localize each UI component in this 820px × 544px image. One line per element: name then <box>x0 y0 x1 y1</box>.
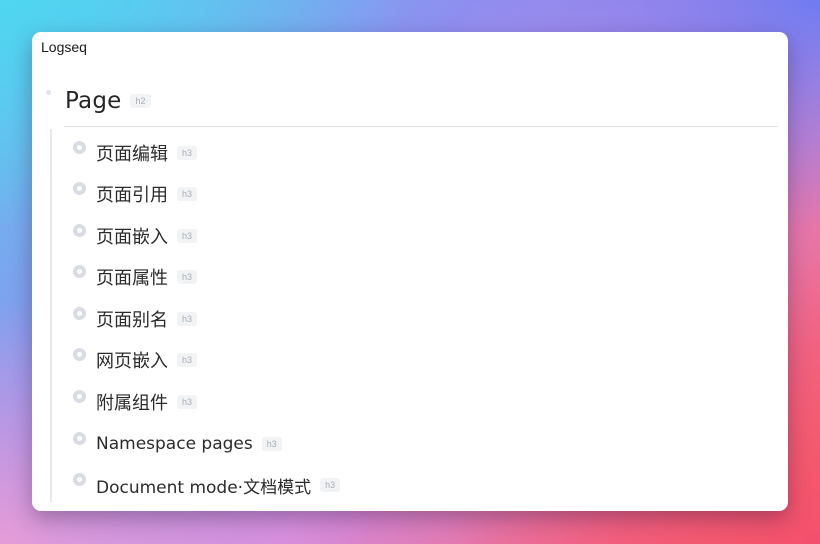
child-block-text[interactable]: Document mode·文档模式 <box>96 473 311 498</box>
heading-level-tag: h3 <box>177 187 198 201</box>
heading-level-tag: h3 <box>261 437 282 451</box>
heading-level-tag: h3 <box>177 270 198 284</box>
ring-bullet-icon[interactable] <box>73 390 86 403</box>
ring-bullet-icon[interactable] <box>73 141 86 154</box>
child-block-label[interactable]: 页面编辑 h3 <box>96 140 198 166</box>
child-block-label[interactable]: 网页嵌入 h3 <box>96 347 198 373</box>
child-block-list: 页面编辑 h3 页面引用 h3 页面嵌入 h3 页面属性 h3 页面别名 h3 … <box>32 32 788 511</box>
child-block-label[interactable]: 页面属性 h3 <box>96 264 198 290</box>
ring-bullet-icon[interactable] <box>73 307 86 320</box>
child-block-text[interactable]: 页面嵌入 <box>96 223 168 249</box>
heading-level-tag: h3 <box>177 146 198 160</box>
child-block-label[interactable]: 页面别名 h3 <box>96 306 198 332</box>
ring-bullet-icon[interactable] <box>73 473 86 486</box>
child-block-text[interactable]: 附属组件 <box>96 389 168 415</box>
ring-bullet-icon[interactable] <box>73 265 86 278</box>
heading-level-tag: h3 <box>177 395 198 409</box>
ring-bullet-icon[interactable] <box>73 224 86 237</box>
child-block-text[interactable]: 页面别名 <box>96 306 168 332</box>
heading-level-tag: h3 <box>177 312 198 326</box>
child-block-label[interactable]: 页面嵌入 h3 <box>96 223 198 249</box>
child-block-label[interactable]: 附属组件 h3 <box>96 389 198 415</box>
app-window: Logseq Page h2 页面编辑 h3 页面引用 h3 页面嵌入 h3 页… <box>32 32 788 511</box>
ring-bullet-icon[interactable] <box>73 182 86 195</box>
ring-bullet-icon[interactable] <box>73 432 86 445</box>
child-block-label[interactable]: Namespace pages h3 <box>96 431 282 457</box>
child-block-text[interactable]: 页面引用 <box>96 181 168 207</box>
heading-level-tag: h3 <box>177 229 198 243</box>
heading-level-tag: h3 <box>320 478 341 492</box>
ring-bullet-icon[interactable] <box>73 348 86 361</box>
child-block-text[interactable]: 页面编辑 <box>96 140 168 166</box>
child-block-label[interactable]: 页面引用 h3 <box>96 181 198 207</box>
child-block-text[interactable]: Namespace pages <box>96 434 253 454</box>
child-block-text[interactable]: 页面属性 <box>96 264 168 290</box>
heading-level-tag: h3 <box>177 353 198 367</box>
child-block-text[interactable]: 网页嵌入 <box>96 347 168 373</box>
child-block-label[interactable]: Document mode·文档模式 h3 <box>96 472 341 498</box>
